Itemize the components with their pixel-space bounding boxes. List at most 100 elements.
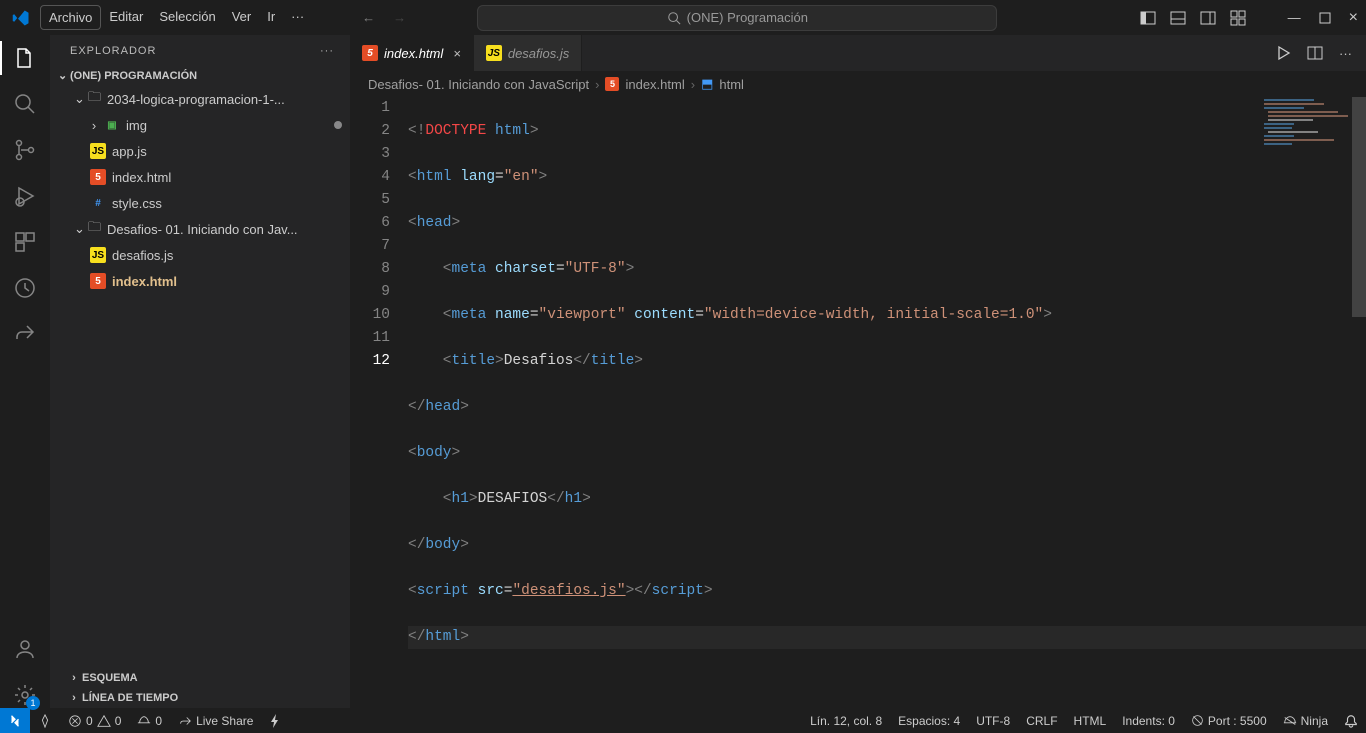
editor-area: 5 index.html × JS desafios.js ··· Desafi…: [350, 35, 1366, 708]
status-indents[interactable]: Indents: 0: [1114, 714, 1183, 728]
breadcrumb-symbol[interactable]: html: [719, 77, 744, 92]
timeline-section[interactable]: › LÍNEA DE TIEMPO: [50, 688, 350, 708]
file-indexhtml2[interactable]: 5 index.html: [50, 268, 350, 294]
js-icon: JS: [90, 247, 106, 263]
settings-badge: 1: [26, 696, 40, 710]
file-appjs[interactable]: JS app.js: [50, 138, 350, 164]
timeline-label: LÍNEA DE TIEMPO: [82, 692, 178, 704]
folder-label: Desafios- 01. Iniciando con Jav...: [107, 222, 298, 237]
chevron-down-icon: ⌄: [74, 91, 82, 107]
activity-explorer-icon[interactable]: [12, 45, 38, 71]
status-liveshare[interactable]: Live Share: [170, 708, 261, 733]
command-center-text: (ONE) Programación: [687, 10, 808, 25]
chevron-right-icon: ›: [595, 77, 599, 92]
ports-count: 0: [155, 714, 162, 728]
status-encoding[interactable]: UTF-8: [968, 714, 1018, 728]
layout-sidebar-left-icon[interactable]: [1140, 10, 1156, 26]
chevron-right-icon: ›: [70, 692, 78, 704]
layout-panel-icon[interactable]: [1170, 10, 1186, 26]
file-label: index.html: [112, 274, 177, 289]
activity-extensions-icon[interactable]: [12, 229, 38, 255]
status-eol[interactable]: CRLF: [1018, 714, 1065, 728]
port-label: Port : 5500: [1208, 714, 1267, 728]
status-launch[interactable]: [30, 708, 60, 733]
status-language[interactable]: HTML: [1066, 714, 1115, 728]
activity-source-control-icon[interactable]: [12, 137, 38, 163]
scrollbar-thumb[interactable]: [1352, 97, 1366, 317]
workspace-root[interactable]: ⌄ (ONE) PROGRAMACIÓN: [50, 65, 350, 86]
folder-logica[interactable]: ⌄ 🗀 2034-logica-programacion-1-...: [50, 86, 350, 112]
activity-account-icon[interactable]: [12, 636, 38, 662]
editor-scrollbar[interactable]: [1352, 97, 1366, 697]
remote-indicator[interactable]: [0, 708, 30, 733]
activity-settings-icon[interactable]: 1: [12, 682, 38, 708]
chevron-down-icon: ⌄: [58, 69, 66, 82]
activity-search-icon[interactable]: [12, 91, 38, 117]
status-notifications-icon[interactable]: [1336, 714, 1366, 728]
outline-section[interactable]: › ESQUEMA: [50, 668, 350, 688]
command-center[interactable]: (ONE) Programación: [477, 5, 997, 31]
status-ports[interactable]: 0: [129, 708, 170, 733]
activity-debug-icon[interactable]: [12, 183, 38, 209]
file-indexhtml1[interactable]: 5 index.html: [50, 164, 350, 190]
menu-ir[interactable]: Ir: [259, 5, 283, 30]
tab-label: desafios.js: [508, 46, 569, 61]
activity-share-icon[interactable]: [12, 321, 38, 347]
breadcrumb-folder[interactable]: Desafios- 01. Iniciando con JavaScript: [368, 77, 589, 92]
sidebar-more-icon[interactable]: ···: [320, 45, 334, 57]
chevron-right-icon: ›: [90, 118, 98, 133]
split-editor-icon[interactable]: [1307, 45, 1323, 61]
tab-desafiosjs[interactable]: JS desafios.js: [474, 35, 582, 71]
activity-bar: 1: [0, 35, 50, 708]
workspace-root-label: (ONE) PROGRAMACIÓN: [70, 70, 197, 82]
editor-tabs: 5 index.html × JS desafios.js ···: [350, 35, 1366, 71]
breadcrumb[interactable]: Desafios- 01. Iniciando con JavaScript ›…: [350, 71, 1366, 97]
file-desafiosjs[interactable]: JS desafios.js: [50, 242, 350, 268]
outline-label: ESQUEMA: [82, 672, 138, 684]
window-maximize-icon[interactable]: [1319, 12, 1331, 24]
sidebar-title: EXPLORADOR: [70, 45, 156, 57]
menu-ver[interactable]: Ver: [224, 5, 260, 30]
breadcrumb-file[interactable]: index.html: [625, 77, 684, 92]
activity-timeline-icon[interactable]: [12, 275, 38, 301]
status-spaces[interactable]: Espacios: 4: [890, 714, 968, 728]
status-bar: 0 0 0 Live Share Lín. 12, col. 8 Espacio…: [0, 708, 1366, 733]
folder-img[interactable]: › ▣ img: [50, 112, 350, 138]
chevron-right-icon: ›: [691, 77, 695, 92]
nav-forward-icon[interactable]: →: [393, 10, 406, 25]
menu-editar[interactable]: Editar: [101, 5, 151, 30]
file-label: app.js: [112, 144, 147, 159]
status-thunder[interactable]: [261, 708, 289, 733]
editor-more-icon[interactable]: ···: [1339, 46, 1352, 61]
menu-seleccion[interactable]: Selección: [151, 5, 223, 30]
status-port[interactable]: Port : 5500: [1183, 714, 1275, 728]
folder-desafios[interactable]: ⌄ 🗀 Desafios- 01. Iniciando con Jav...: [50, 216, 350, 242]
status-cursor-pos[interactable]: Lín. 12, col. 8: [802, 714, 890, 728]
explorer-sidebar: EXPLORADOR ··· ⌄ (ONE) PROGRAMACIÓN ⌄ 🗀 …: [50, 35, 350, 708]
vscode-logo-icon: [12, 9, 30, 27]
html-icon: 5: [90, 273, 106, 289]
code-editor[interactable]: 123456789101112 <!DOCTYPE html> <html la…: [350, 97, 1366, 708]
layout-sidebar-right-icon[interactable]: [1200, 10, 1216, 26]
tab-label: index.html: [384, 46, 443, 61]
layout-customize-icon[interactable]: [1230, 10, 1246, 26]
folder-icon: 🗀: [88, 88, 101, 110]
warnings-count: 0: [115, 714, 122, 728]
tab-indexhtml[interactable]: 5 index.html ×: [350, 35, 474, 71]
file-label: img: [126, 118, 147, 133]
nav-back-icon[interactable]: ←: [362, 10, 375, 25]
status-problems[interactable]: 0 0: [60, 708, 129, 733]
tab-close-icon[interactable]: ×: [453, 46, 461, 61]
window-close-icon[interactable]: ×: [1349, 9, 1358, 27]
status-ninja[interactable]: Ninja: [1275, 714, 1336, 728]
file-stylecss[interactable]: # style.css: [50, 190, 350, 216]
code-content[interactable]: <!DOCTYPE html> <html lang="en"> <head> …: [408, 97, 1366, 708]
menu-archivo[interactable]: Archivo: [40, 5, 101, 30]
minimap[interactable]: [1262, 97, 1352, 187]
js-icon: JS: [90, 143, 106, 159]
run-icon[interactable]: [1275, 45, 1291, 61]
menu-more[interactable]: ···: [283, 5, 312, 30]
window-minimize-icon[interactable]: —: [1288, 10, 1301, 25]
folder-label: 2034-logica-programacion-1-...: [107, 92, 285, 107]
js-icon: JS: [486, 45, 502, 61]
